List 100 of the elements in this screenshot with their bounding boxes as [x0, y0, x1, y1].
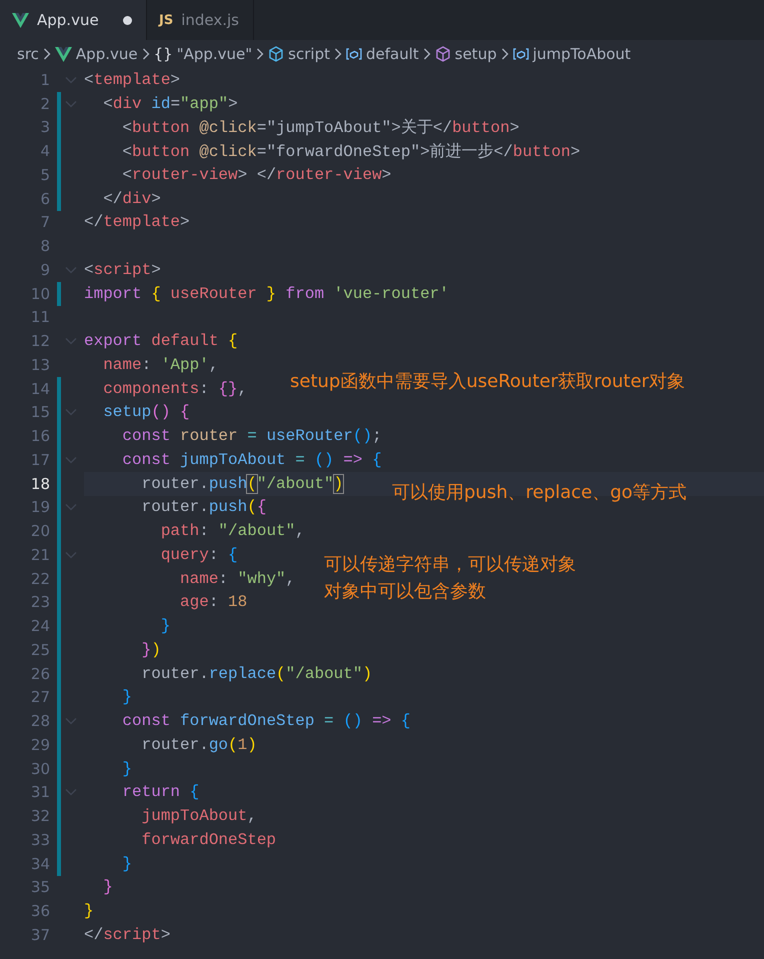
cube-icon: [268, 46, 284, 62]
variable-icon: [346, 48, 362, 60]
annotation-text: 可以使用push、replace、go等方式: [392, 481, 687, 504]
code-line: }: [84, 902, 94, 920]
code-line: </div>: [102, 190, 161, 208]
line-number: 17: [30, 450, 50, 469]
fold-chevron-icon[interactable]: [65, 408, 77, 416]
line-number: 14: [30, 380, 50, 398]
fold-chevron-icon[interactable]: [65, 788, 77, 796]
annotation-text: 可以传递字符串，可以传递对象: [324, 553, 576, 576]
variable-icon: [512, 48, 529, 60]
line-number: 10: [30, 284, 50, 303]
code-line: }: [121, 688, 132, 706]
code-line: router.push({: [140, 498, 266, 516]
line-number: 3: [39, 118, 50, 136]
line-number: 24: [30, 617, 50, 636]
line-number: 33: [30, 830, 50, 849]
line-number: 20: [30, 522, 50, 540]
breadcrumb-item[interactable]: default: [366, 45, 419, 63]
line-number: 18: [30, 474, 50, 493]
line-number: 36: [30, 902, 50, 920]
chevron-right-icon: [256, 48, 264, 60]
code-line: export default {: [84, 332, 238, 350]
line-number: 2: [39, 94, 50, 113]
line-number: 13: [30, 356, 50, 374]
code-line: }): [140, 640, 161, 659]
fold-chevron-icon[interactable]: [65, 76, 77, 84]
tab-label: App.vue: [37, 11, 99, 29]
tab-label: index.js: [181, 11, 239, 29]
breadcrumb-item[interactable]: setup: [454, 45, 497, 63]
editor-tab[interactable]: JS index.js: [147, 0, 254, 40]
line-number: 37: [30, 926, 50, 944]
line-number: 31: [30, 783, 50, 802]
line-number: 11: [30, 308, 50, 326]
annotation-text: 对象中可以包含参数: [324, 580, 486, 603]
line-number: 21: [30, 546, 50, 564]
code-line: <button @click="jumpToAbout">关于</button>: [121, 118, 520, 138]
fold-chevron-icon[interactable]: [65, 717, 77, 726]
line-number: 16: [30, 427, 50, 446]
code-line: }: [102, 878, 113, 896]
line-number: 30: [30, 760, 50, 778]
code-line: router.replace("/about"): [140, 664, 372, 683]
line-number: 15: [30, 403, 50, 422]
fold-chevron-icon[interactable]: [65, 503, 77, 512]
code-line: }: [160, 617, 170, 636]
chevron-right-icon: [42, 48, 51, 60]
line-number: 29: [30, 736, 50, 754]
vue-logo-icon: [12, 12, 29, 28]
fold-chevron-icon[interactable]: [65, 100, 77, 108]
code-line: setup() {: [102, 403, 190, 422]
breadcrumb-item[interactable]: "App.vue": [176, 45, 252, 63]
code-line: name: "why",: [179, 570, 296, 588]
code-line: forwardOneStep: [140, 830, 276, 849]
code-line: <script>: [84, 260, 161, 279]
line-number: 26: [30, 664, 50, 683]
fold-chevron-icon[interactable]: [65, 337, 77, 346]
chevron-right-icon: [500, 48, 509, 60]
line-number: 35: [30, 878, 50, 896]
breadcrumb-item[interactable]: App.vue: [76, 45, 138, 63]
code-line: </template>: [84, 213, 190, 232]
fold-chevron-icon[interactable]: [65, 550, 77, 559]
fold-chevron-icon[interactable]: [65, 456, 77, 464]
line-number: 34: [30, 854, 50, 873]
code-line: const router = useRouter();: [121, 427, 382, 446]
fold-chevron-icon[interactable]: [65, 266, 77, 274]
chevron-right-icon: [334, 48, 342, 60]
code-line: router.go(1): [140, 736, 257, 754]
line-number: 12: [30, 332, 50, 350]
annotation-text: setup函数中需要导入useRouter获取router对象: [290, 370, 685, 393]
code-line: query: {: [160, 546, 238, 564]
code-line: path: "/about",: [160, 522, 305, 540]
line-number: 6: [39, 190, 50, 208]
line-number: 28: [30, 712, 50, 730]
code-line: import { useRouter } from 'vue-router': [84, 284, 449, 303]
code-line: components: {},: [102, 380, 248, 398]
line-number: 25: [30, 640, 50, 659]
line-number: 23: [30, 593, 50, 612]
code-line: router.push("/about"): [140, 474, 344, 493]
editor-tab[interactable]: App.vue: [0, 0, 147, 40]
code-line: }: [121, 854, 132, 873]
breadcrumb-item[interactable]: script: [288, 45, 330, 63]
line-number: 32: [30, 807, 50, 826]
vue-logo-icon: [54, 46, 72, 62]
chevron-right-icon: [422, 48, 431, 60]
code-line: name: 'App',: [102, 356, 218, 374]
line-number: 22: [30, 570, 50, 588]
breadcrumb-item[interactable]: src: [17, 45, 39, 63]
code-line: <router-view> </router-view>: [121, 166, 392, 184]
code-line: <button @click="forwardOneStep">前进一步</button>: [121, 142, 580, 162]
line-number: 19: [30, 498, 50, 516]
braces-symbol: {}: [154, 45, 173, 63]
line-number: 5: [39, 166, 50, 184]
line-number: 7: [39, 213, 50, 232]
code-line: const forwardOneStep = () => {: [121, 712, 410, 730]
line-number: 8: [39, 237, 50, 256]
code-line: </script>: [84, 926, 170, 944]
breadcrumb-item[interactable]: jumpToAbout: [532, 45, 631, 63]
line-number: 27: [30, 688, 50, 706]
code-line: const jumpToAbout = () => {: [121, 450, 382, 469]
code-line: jumpToAbout,: [140, 807, 257, 826]
